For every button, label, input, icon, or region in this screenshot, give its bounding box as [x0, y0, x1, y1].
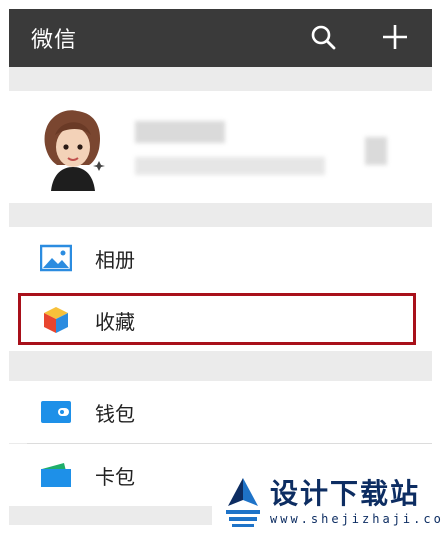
avatar [44, 110, 105, 191]
menu-item-label: 钱包 [95, 402, 135, 426]
card-wallet-icon [41, 463, 71, 487]
profile-card[interactable] [9, 91, 432, 203]
wallet-icon [41, 401, 71, 423]
wechat-me-screen: 微信 相册 收藏 钱包 卡包 [9, 9, 432, 525]
wechat-id-blurred [135, 157, 325, 175]
top-bar: 微信 [9, 9, 432, 67]
qr-code-blurred[interactable] [365, 137, 387, 165]
plus-icon[interactable] [381, 23, 409, 51]
menu-item-label: 卡包 [95, 465, 135, 489]
highlight-box [18, 293, 416, 345]
name-blurred [135, 121, 225, 143]
watermark: 设计下载站 www.shejizhaji.com [212, 468, 442, 536]
app-title: 微信 [31, 28, 78, 53]
search-icon[interactable] [309, 23, 337, 51]
site-logo-icon [226, 478, 260, 527]
menu-item-label: 相册 [95, 248, 135, 272]
menu-item-album[interactable]: 相册 [9, 227, 432, 289]
watermark-url: www.shejizhaji.com [270, 512, 442, 526]
watermark-title: 设计下载站 [270, 477, 421, 510]
photo-album-icon [40, 244, 72, 272]
menu-item-wallet[interactable]: 钱包 [9, 381, 432, 443]
